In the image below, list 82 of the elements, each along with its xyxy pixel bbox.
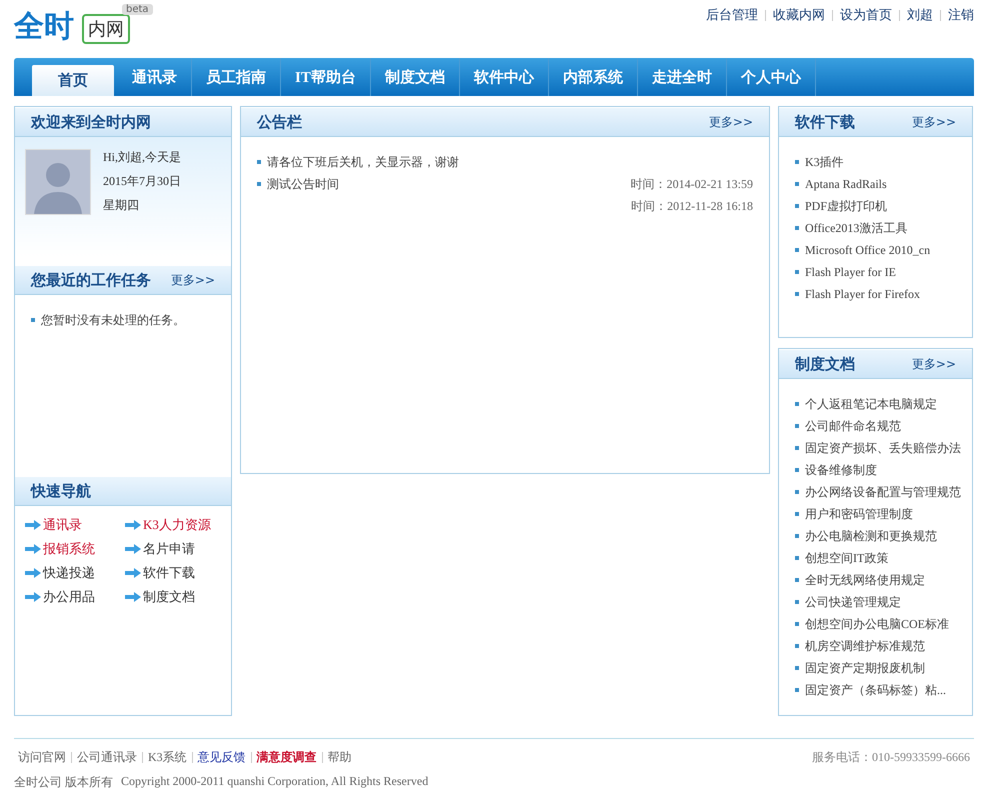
nav-tab[interactable]: IT帮助台 — [281, 58, 371, 96]
quick-link[interactable]: 制度文档 — [125, 588, 225, 606]
list-link[interactable]: Microsoft Office 2010_cn — [805, 242, 930, 258]
arrow-icon — [25, 592, 41, 602]
logo-label: 内网 — [82, 14, 130, 44]
notice-time: 时间：2012-11-28 16:18 — [631, 198, 753, 214]
list-link[interactable]: 办公电脑检测和更换规范 — [805, 528, 937, 544]
arrow-icon — [125, 520, 141, 530]
nav-tab[interactable]: 个人中心 — [726, 58, 816, 96]
nav-tab[interactable]: 员工指南 — [192, 58, 281, 96]
notice-link[interactable]: 请各位下班后关机，关显示器，谢谢 — [267, 154, 459, 170]
panel-title: 欢迎来到全时内网 — [31, 112, 151, 132]
notice-link[interactable]: 测试公告时间 — [267, 176, 339, 192]
panel-title: 制度文档 — [795, 354, 855, 374]
top-link[interactable]: 后台管理 — [706, 6, 758, 24]
copyright-owner: 全时公司 版本所有 — [14, 774, 113, 791]
nav-tab[interactable]: 首页 — [32, 65, 114, 96]
list-link[interactable]: 创想空间办公电脑COE标准 — [805, 616, 949, 632]
panel-title: 软件下载 — [795, 112, 855, 132]
arrow-icon — [25, 568, 41, 578]
more-link[interactable]: 更多>> — [912, 114, 956, 130]
copyright-text: Copyright 2000-2011 quanshi Corporation, All Rights Reserved — [121, 774, 428, 790]
beta-badge: beta — [122, 4, 153, 15]
date-text: 2015年7月30日 — [103, 173, 181, 189]
list-link[interactable]: 用户和密码管理制度 — [805, 506, 913, 522]
list-link[interactable]: 创想空间IT政策 — [805, 550, 888, 566]
list-link[interactable]: 固定资产定期报废机制 — [805, 660, 925, 676]
nav-tab[interactable]: 制度文档 — [370, 58, 460, 96]
list-link[interactable]: 公司快递管理规定 — [805, 594, 901, 610]
list-link[interactable]: Flash Player for Firefox — [805, 286, 920, 302]
more-link[interactable]: 更多>> — [912, 356, 956, 372]
notice-time: 时间：2014-02-21 13:59 — [630, 176, 753, 192]
list-link[interactable]: 公司邮件命名规范 — [805, 418, 901, 434]
avatar-icon — [25, 149, 91, 215]
list-link[interactable]: Office2013激活工具 — [805, 220, 908, 236]
quick-link[interactable]: 办公用品 — [25, 588, 125, 606]
arrow-icon — [25, 544, 41, 554]
list-link[interactable]: 办公网络设备配置与管理规范 — [805, 484, 961, 500]
footer-link[interactable]: 访问官网 — [18, 749, 66, 766]
nav-tab[interactable]: 走进全时 — [638, 58, 727, 96]
more-link[interactable]: 更多>> — [708, 114, 753, 130]
weekday-text: 星期四 — [103, 197, 140, 213]
quick-link[interactable]: 通讯录 — [25, 516, 125, 534]
footer-link[interactable]: 公司通讯录 — [77, 749, 137, 766]
top-link[interactable]: 刘超 — [907, 6, 933, 24]
list-link[interactable]: Aptana RadRails — [805, 176, 887, 192]
top-link[interactable]: 收藏内网 — [773, 6, 825, 24]
panel-title: 快速导航 — [31, 482, 91, 500]
panel-title: 公告栏 — [257, 112, 302, 132]
arrow-icon — [125, 592, 141, 602]
list-link[interactable]: 固定资产损坏、丢失赔偿办法 — [805, 440, 961, 456]
footer-link[interactable]: 帮助 — [328, 749, 352, 766]
footer-link[interactable]: 满意度调查 — [256, 749, 317, 766]
quick-link[interactable]: 报销系统 — [25, 540, 125, 558]
list-link[interactable]: 全时无线网络使用规定 — [805, 572, 925, 588]
nav-tab[interactable]: 软件中心 — [460, 58, 549, 96]
panel-title: 您最近的工作任务 — [31, 270, 151, 290]
quick-link[interactable]: 名片申请 — [125, 540, 225, 558]
list-link[interactable]: 个人返租笔记本电脑规定 — [805, 396, 937, 412]
service-phone: 服务电话：010-59933599-6666 — [812, 749, 970, 766]
footer-link[interactable]: K3系统 — [148, 749, 187, 766]
top-link[interactable]: 设为首页 — [840, 6, 892, 24]
list-link[interactable]: PDF虚拟打印机 — [805, 198, 888, 214]
greeting-text: Hi,刘超,今天是 — [103, 149, 181, 165]
top-link[interactable]: 注销 — [948, 6, 974, 24]
list-link[interactable]: 机房空调维护标准规范 — [805, 638, 925, 654]
task-text: 您暂时没有未处理的任务。 — [41, 312, 185, 328]
quick-link[interactable]: 快递投递 — [25, 564, 125, 582]
quick-link[interactable]: 软件下载 — [125, 564, 225, 582]
quick-link[interactable]: K3人力资源 — [125, 516, 225, 534]
arrow-icon — [125, 544, 141, 554]
list-link[interactable]: Flash Player for IE — [805, 264, 896, 280]
nav-tab[interactable]: 内部系统 — [548, 58, 638, 96]
arrow-icon — [125, 568, 141, 578]
arrow-icon — [25, 520, 41, 530]
nav-tab[interactable]: 通讯录 — [118, 58, 192, 96]
list-link[interactable]: K3插件 — [805, 154, 844, 170]
list-link[interactable]: 设备维修制度 — [805, 462, 877, 478]
list-link[interactable]: 固定资产（条码标签）粘... — [805, 682, 946, 698]
logo-brand: 全时 — [14, 8, 75, 46]
footer-link[interactable]: 意见反馈 — [198, 749, 246, 766]
more-link[interactable]: 更多>> — [170, 272, 215, 288]
